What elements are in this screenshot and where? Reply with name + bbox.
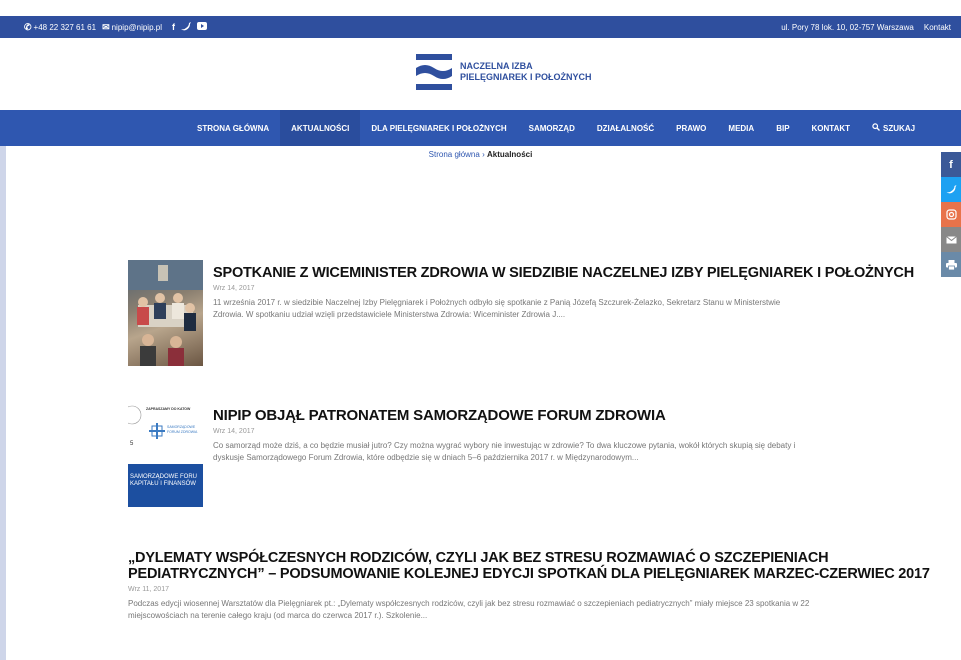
facebook-icon[interactable]: f (172, 22, 175, 32)
address-text: ul. Pory 78 lok. 10, 02-757 Warszawa (781, 22, 914, 32)
nav-self-government[interactable]: SAMORZĄD (518, 110, 586, 146)
site-logo[interactable]: NACZELNA IZBA PIELĘGNIAREK I POŁOŻNYCH (416, 54, 592, 90)
nav-law[interactable]: PRAWO (665, 110, 717, 146)
contact-link[interactable]: Kontakt (924, 23, 951, 32)
article-1-title[interactable]: SPOTKANIE Z WICEMINISTER ZDROWIA W SIEDZ… (213, 265, 914, 281)
breadcrumb-current: Aktualności (486, 150, 533, 159)
twitter-share-icon[interactable] (941, 177, 961, 202)
youtube-icon[interactable] (196, 22, 207, 32)
nav-contact[interactable]: KONTAKT (801, 110, 862, 146)
email-address: nipip@nipip.pl (111, 22, 162, 32)
article-3-title-line-1[interactable]: „DYLEMATY WSPÓŁCZESNYCH RODZICÓW, CZYLI … (128, 550, 930, 566)
thumb-banner-text: SAMORZĄDOWE FORU KAPITAŁU I FINANSÓW (130, 474, 197, 487)
facebook-share-icon[interactable]: f (941, 152, 961, 177)
envelope-icon: ✉ (102, 21, 110, 32)
print-share-icon[interactable] (941, 252, 961, 277)
instagram-share-icon[interactable] (941, 202, 961, 227)
logo-line-1: NACZELNA IZBA (460, 61, 533, 71)
nav-for-nurses[interactable]: DLA PIELĘGNIAREK I POŁOŻNYCH (360, 110, 517, 146)
nav-media[interactable]: MEDIA (717, 110, 765, 146)
phone-link[interactable]: ✆ +48 22 327 61 61 (24, 22, 96, 33)
article-3-excerpt: Podczas edycji wiosennej Warsztatów dla … (128, 599, 810, 620)
thumb-forum-text: SAMORZĄDOWE FORUM ZDROWIA (167, 425, 198, 434)
nav-news[interactable]: AKTUALNOŚCI (280, 110, 361, 146)
article-2-excerpt: Co samorząd może dziś, a co będzie musia… (213, 441, 796, 462)
meeting-photo-image (128, 260, 203, 366)
svg-text:5: 5 (130, 441, 134, 447)
article-1-thumbnail[interactable] (128, 260, 203, 366)
breadcrumb: Strona główna › Aktualności (0, 150, 961, 159)
main-nav: STRONA GŁÓWNA AKTUALNOŚCI DLA PIELĘGNIAR… (0, 110, 961, 146)
nav-activity[interactable]: DZIAŁALNOŚĆ (586, 110, 665, 146)
article-1: SPOTKANIE Z WICEMINISTER ZDROWIA W SIEDZ… (213, 265, 914, 321)
twitter-icon[interactable] (180, 21, 191, 33)
logo-line-2: PIELĘGNIAREK I POŁOŻNYCH (460, 72, 592, 82)
article-2-thumbnail[interactable]: ZAPRASZAMY DO KATOW 5 SAMORZĄDOWE FORUM … (128, 401, 203, 507)
nav-search[interactable]: SZUKAJ (861, 110, 926, 146)
article-3: „DYLEMATY WSPÓŁCZESNYCH RODZICÓW, CZYLI … (128, 550, 930, 622)
nav-search-label: SZUKAJ (883, 123, 916, 133)
article-3-title-line-2[interactable]: PEDIATRYCZNYCH” – PODSUMOWANIE KOLEJNEJ … (128, 566, 930, 582)
email-link[interactable]: ✉ nipip@nipip.pl (102, 22, 162, 33)
phone-icon: ✆ (24, 21, 32, 32)
email-share-icon[interactable] (941, 227, 961, 252)
article-1-excerpt: 11 września 2017 r. w siedzibie Naczelne… (213, 298, 781, 319)
article-2: NIPIP OBJĄŁ PATRONATEM SAMORZĄDOWE FORUM… (213, 408, 828, 464)
share-sidebar: f (941, 152, 961, 277)
article-3-date: Wrz 11, 2017 (128, 586, 169, 593)
breadcrumb-separator: › (482, 150, 485, 159)
search-icon (872, 123, 881, 133)
nav-home[interactable]: STRONA GŁÓWNA (186, 110, 280, 146)
logo-icon (416, 54, 452, 90)
article-2-date: Wrz 14, 2017 (213, 428, 255, 435)
top-bar: ✆ +48 22 327 61 61 ✉ nipip@nipip.pl f ul… (0, 16, 961, 38)
article-2-title[interactable]: NIPIP OBJĄŁ PATRONATEM SAMORZĄDOWE FORUM… (213, 408, 828, 424)
nav-bip[interactable]: BIP (765, 110, 800, 146)
phone-number: +48 22 327 61 61 (33, 22, 97, 32)
breadcrumb-home[interactable]: Strona główna (429, 150, 480, 159)
article-1-date: Wrz 14, 2017 (213, 285, 255, 292)
site-header: NACZELNA IZBA PIELĘGNIAREK I POŁOŻNYCH (0, 38, 961, 110)
